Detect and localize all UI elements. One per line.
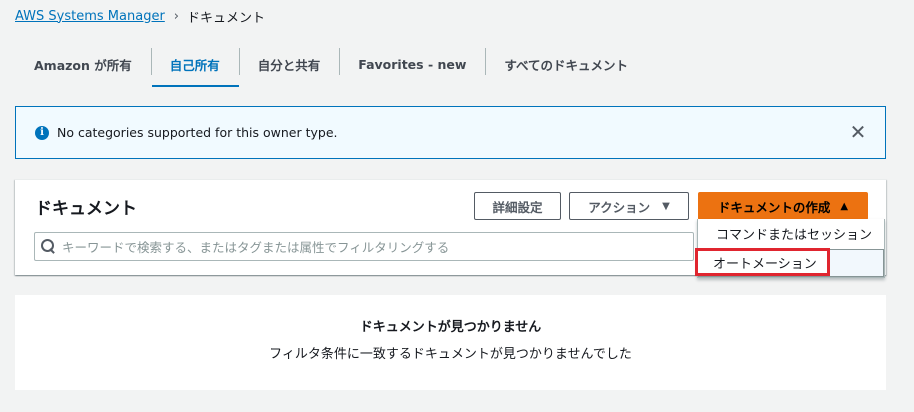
breadcrumb-root-link[interactable]: AWS Systems Manager: [15, 9, 165, 24]
tab-all-documents[interactable]: すべてのドキュメント: [485, 41, 647, 87]
create-document-menu: コマンドまたはセッション オートメーション: [695, 219, 885, 278]
empty-state-title: ドキュメントが見つかりません: [359, 320, 542, 335]
menu-item-automation[interactable]: オートメーション: [695, 248, 830, 276]
preferences-button[interactable]: 詳細設定: [474, 192, 561, 220]
create-document-button-label: ドキュメントの作成: [717, 199, 831, 215]
panel-title: ドキュメント: [35, 199, 137, 219]
close-icon[interactable]: ✕: [849, 122, 867, 142]
info-icon: i: [35, 125, 49, 140]
owner-tabs: Amazon が所有 自己所有 自分と共有 Favorites - new すべ…: [15, 41, 655, 87]
empty-state: ドキュメントが見つかりません フィルタ条件に一致するドキュメントが見つかりません…: [15, 295, 886, 390]
search-icon: [41, 238, 55, 253]
preferences-button-label: 詳細設定: [492, 199, 543, 215]
breadcrumb-current: ドキュメント: [187, 10, 266, 26]
caret-down-icon: ▼: [662, 200, 670, 212]
tab-favorites[interactable]: Favorites - new: [339, 41, 485, 87]
chevron-right-icon: ›: [173, 8, 179, 24]
tab-amazon-owned[interactable]: Amazon が所有: [15, 41, 151, 87]
flash-message: No categories supported for this owner t…: [57, 125, 338, 140]
menu-item-command-or-session[interactable]: コマンドまたはセッション: [698, 219, 884, 247]
actions-button[interactable]: アクション ▼: [569, 192, 689, 220]
empty-state-description: フィルタ条件に一致するドキュメントが見つかりませんでした: [269, 347, 632, 362]
search-input[interactable]: キーワードで検索する、またはタグまたは属性でフィルタリングする: [34, 232, 694, 261]
tab-owned-by-me[interactable]: 自己所有: [150, 41, 239, 87]
caret-up-icon: ▲: [840, 200, 849, 212]
create-document-button[interactable]: ドキュメントの作成 ▲: [698, 192, 868, 220]
breadcrumb: AWS Systems Manager › ドキュメント: [15, 6, 265, 26]
search-placeholder: キーワードで検索する、またはタグまたは属性でフィルタリングする: [62, 240, 450, 255]
tab-shared-with-me[interactable]: 自分と共有: [238, 41, 340, 87]
info-flash-banner: i No categories supported for this owner…: [15, 106, 886, 159]
actions-button-label: アクション: [588, 199, 651, 215]
